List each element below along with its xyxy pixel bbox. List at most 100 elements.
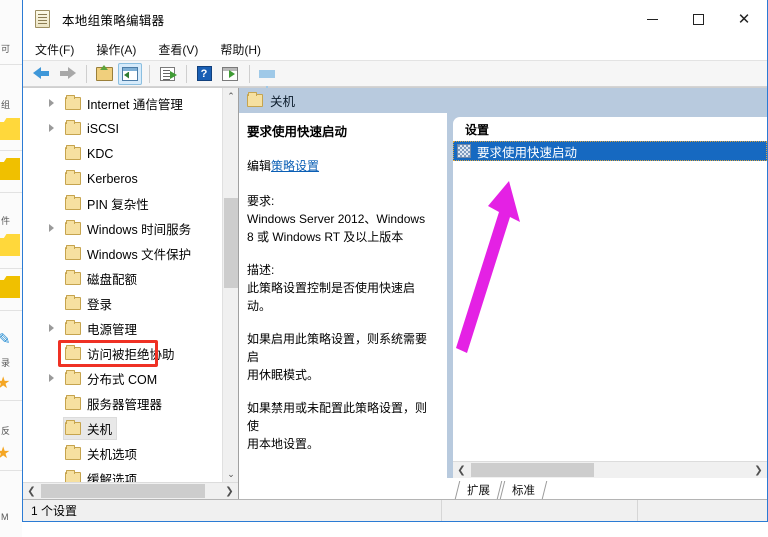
tree-item-label: Windows 时间服务 xyxy=(87,223,192,237)
tab-standard[interactable]: 标准 xyxy=(499,481,548,499)
chevron-right-icon[interactable] xyxy=(45,373,57,385)
details-split: 要求使用快速启动 编辑策略设置 要求: Windows Server 2012、… xyxy=(239,113,767,478)
folder-icon xyxy=(65,220,81,235)
console-tree-body: Internet 通信管理 iSCSI KDC Kerberos PIN 复杂性… xyxy=(23,88,238,482)
status-bar: 1 个设置 xyxy=(23,499,767,521)
menu-file[interactable]: 文件(F) xyxy=(35,41,74,58)
tree-item-label: 磁盘配额 xyxy=(87,273,138,287)
folder-icon xyxy=(65,95,81,110)
tree-item-label: Kerberos xyxy=(87,171,138,186)
menu-help[interactable]: 帮助(H) xyxy=(220,41,261,58)
show-hide-tree-button[interactable] xyxy=(118,62,142,85)
export-list-button[interactable] xyxy=(155,63,179,85)
toolbar-separator xyxy=(186,64,187,83)
tree-item-label: Internet 通信管理 xyxy=(87,98,183,112)
back-button[interactable] xyxy=(29,63,53,85)
tree-item-label: 关机 xyxy=(87,423,113,437)
tree-item-label: 缓解选项 xyxy=(87,473,138,482)
scroll-right-arrow-icon[interactable]: ❯ xyxy=(221,483,238,499)
scroll-up-arrow-icon[interactable]: ⌃ xyxy=(223,88,238,104)
tree-item-power-management[interactable]: 电源管理 xyxy=(23,316,222,341)
toolbar-separator xyxy=(149,64,150,83)
maximize-button[interactable] xyxy=(675,0,721,38)
tree-item-label: 关机选项 xyxy=(87,448,138,462)
tree-item-kdc[interactable]: KDC xyxy=(23,141,222,166)
window-controls: ✕ xyxy=(629,0,767,38)
chevron-right-icon[interactable] xyxy=(45,223,57,235)
settings-list-empty-area xyxy=(453,161,767,461)
tree-item-distributed-com[interactable]: 分布式 COM xyxy=(23,366,222,391)
background-glyph: 件 xyxy=(1,216,11,226)
tree-item-pin-complexity[interactable]: PIN 复杂性 xyxy=(23,191,222,216)
folder-icon xyxy=(65,120,81,135)
chevron-right-icon[interactable] xyxy=(45,323,57,335)
up-folder-button[interactable] xyxy=(92,63,116,85)
policy-title: 要求使用快速启动 xyxy=(247,125,348,139)
background-folder-icon xyxy=(0,234,20,256)
tree-item-shutdown-options[interactable]: 关机选项 xyxy=(23,441,222,466)
tree-item-windows-time-service[interactable]: Windows 时间服务 xyxy=(23,216,222,241)
folder-icon xyxy=(65,445,81,460)
tree-horizontal-scrollbar[interactable]: ❮ ❯ xyxy=(23,482,238,499)
description-line-2b: 用休眠模式。 xyxy=(247,368,320,382)
question-mark-icon: ? xyxy=(196,66,212,81)
scroll-left-arrow-icon[interactable]: ❮ xyxy=(23,483,40,499)
tab-extended[interactable]: 扩展 xyxy=(454,481,503,499)
forward-button[interactable] xyxy=(55,63,79,85)
help-button[interactable]: ? xyxy=(192,63,216,85)
chevron-right-icon[interactable] xyxy=(45,98,57,110)
minimize-button[interactable] xyxy=(629,0,675,38)
tree-item-label: 服务器管理器 xyxy=(87,398,163,412)
background-folder-icon xyxy=(0,158,20,180)
scroll-down-arrow-icon[interactable]: ⌄ xyxy=(223,466,238,482)
tree-scrollbar-thumb[interactable] xyxy=(224,198,238,288)
tree-item-access-denied-assistance[interactable]: 访问被拒绝协助 xyxy=(23,341,222,366)
details-pane-header: 关机 xyxy=(239,88,767,113)
details-pane: 关机 要求使用快速启动 编辑策略设置 要求: Windows Server 20… xyxy=(239,88,767,499)
tree-item-label: 电源管理 xyxy=(87,323,138,337)
settings-column-header[interactable]: 设置 xyxy=(453,117,767,141)
scroll-right-arrow-icon[interactable]: ❯ xyxy=(750,462,767,478)
console-tree-icon xyxy=(122,66,138,81)
tree-item-internet-communication[interactable]: Internet 通信管理 xyxy=(23,91,222,116)
tree-item-disk-quota[interactable]: 磁盘配额 xyxy=(23,266,222,291)
tab-extended-label: 扩展 xyxy=(467,485,490,497)
close-icon: ✕ xyxy=(737,10,751,28)
tree-item-iscsi[interactable]: iSCSI xyxy=(23,116,222,141)
tree-item-shutdown[interactable]: 关机 xyxy=(23,416,222,441)
edit-policy-line: 编辑策略设置 xyxy=(247,157,435,175)
filter-button[interactable] xyxy=(255,63,279,92)
settings-horizontal-scrollbar[interactable]: ❮ ❯ xyxy=(453,461,767,478)
close-button[interactable]: ✕ xyxy=(721,0,767,38)
folder-icon xyxy=(65,420,81,435)
folder-icon xyxy=(247,92,263,107)
tree-item-kerberos[interactable]: Kerberos xyxy=(23,166,222,191)
background-folder-icon xyxy=(0,276,20,298)
export-list-icon xyxy=(159,66,177,81)
tree-item-windows-file-protection[interactable]: Windows 文件保护 xyxy=(23,241,222,266)
tree-item-mitigation-options[interactable]: 缓解选项 xyxy=(23,466,222,482)
tree-hscroll-thumb[interactable] xyxy=(41,484,205,498)
tree-vertical-scrollbar[interactable]: ⌃ ⌄ xyxy=(222,88,238,482)
properties-button[interactable] xyxy=(218,63,242,85)
chevron-right-icon[interactable] xyxy=(45,123,57,135)
description-line-2a: 如果启用此策略设置，则系统需要启 xyxy=(247,332,428,364)
folder-icon xyxy=(65,145,81,160)
title-bar: 本地组策略编辑器 ✕ xyxy=(23,0,767,38)
background-folder-icon xyxy=(0,118,20,140)
toolbar: ? xyxy=(23,61,767,92)
settings-hscroll-thumb[interactable] xyxy=(471,463,594,477)
folder-icon xyxy=(65,320,81,335)
tree-item-label: KDC xyxy=(87,146,114,161)
tree-item-logon[interactable]: 登录 xyxy=(23,291,222,316)
window-title: 本地组策略编辑器 xyxy=(62,13,165,28)
edit-policy-setting-link[interactable]: 策略设置 xyxy=(271,159,319,173)
menu-view[interactable]: 查看(V) xyxy=(158,41,198,58)
settings-row-label: 要求使用快速启动 xyxy=(477,145,578,160)
folder-icon xyxy=(65,395,81,410)
tree-item-label: Windows 文件保护 xyxy=(87,248,192,262)
scroll-left-arrow-icon[interactable]: ❮ xyxy=(453,462,470,478)
menu-action[interactable]: 操作(A) xyxy=(96,41,136,58)
tree-item-server-manager[interactable]: 服务器管理器 xyxy=(23,391,222,416)
settings-list-row[interactable]: 要求使用快速启动 xyxy=(453,141,767,161)
